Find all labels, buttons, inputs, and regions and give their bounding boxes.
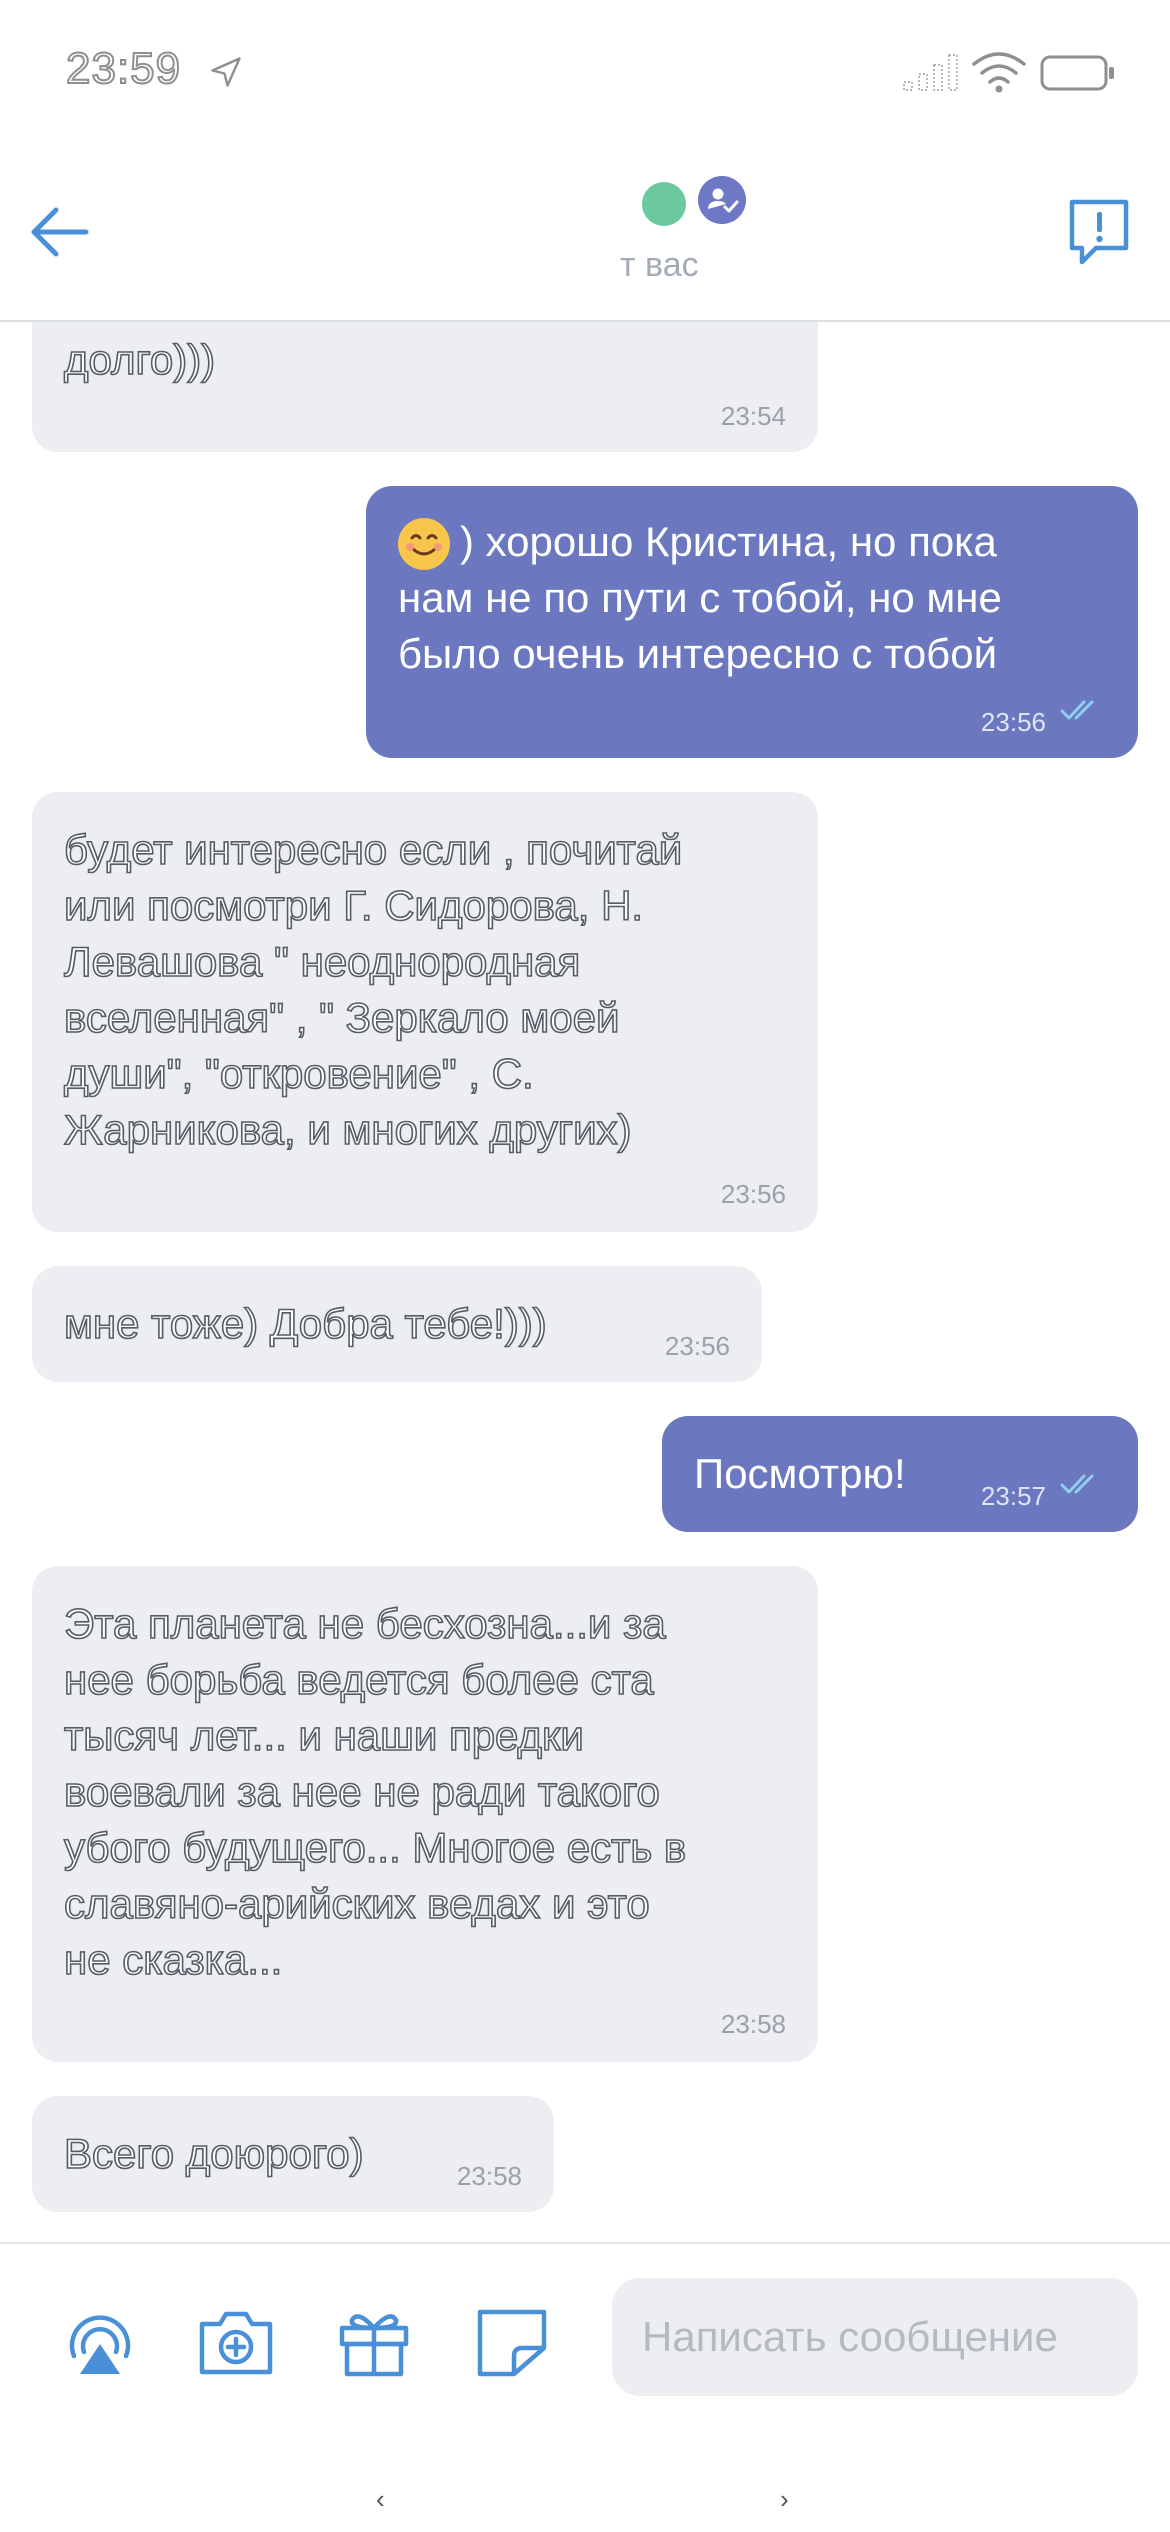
incoming-message[interactable]: будет интересно если , почитай или посмо… (32, 792, 818, 1232)
message-time: 23:56 (664, 1331, 730, 1361)
signal-icon (903, 54, 958, 91)
message-time: 23:57 (980, 1481, 1046, 1511)
incoming-message[interactable]: мне тоже) Добра тебе!))) 23:56 (32, 1266, 762, 1382)
gift-icon[interactable] (336, 2306, 412, 2378)
nav-forward-hint-icon[interactable]: › (780, 2484, 789, 2515)
message-input[interactable] (612, 2278, 1138, 2396)
status-time: 23:59 (65, 43, 182, 94)
camera-plus-icon[interactable] (198, 2306, 274, 2378)
battery-icon (1040, 55, 1114, 91)
online-status-icon (642, 182, 686, 226)
message-time: 23:56 (720, 1179, 786, 1209)
nav-back-hint-icon[interactable]: ‹ (376, 2484, 385, 2515)
message-text: ) хорошо Кристина, но пока нам не по пут… (398, 518, 1002, 677)
chat-header: т вас (0, 150, 1170, 322)
chat-screen: 23:59 т вас долго))) 23:54) хорошо Крис… (0, 0, 1170, 2532)
outgoing-message[interactable]: ) хорошо Кристина, но пока нам не по пут… (366, 486, 1138, 758)
incoming-message[interactable]: долго))) 23:54 (32, 322, 818, 452)
message-time: 23:56 (980, 707, 1046, 737)
status-bar: 23:59 (0, 0, 1170, 150)
incoming-message[interactable]: Всего доюрого) 23:58 (32, 2096, 554, 2212)
incoming-message[interactable]: Эта планета не бесхозна...и за нее борьб… (32, 1566, 818, 2062)
message-text: мне тоже) Добра тебе!))) (63, 1299, 547, 1348)
message-list[interactable]: долго))) 23:54 ) хорошо Кристина, но пок… (0, 322, 1170, 2242)
outgoing-message[interactable]: Посмотрю! 23:57 (662, 1416, 1138, 1532)
location-arrow-icon (211, 57, 241, 87)
read-receipt-icon (1060, 1474, 1094, 1494)
message-text: Всего доюрого) (63, 2129, 364, 2178)
message-text: будет интересно если , почитай или посмо… (63, 825, 683, 1154)
header-subtitle: т вас (620, 246, 699, 284)
message-text: Посмотрю! (694, 1450, 906, 1497)
composer-bar: ‹ › (0, 2242, 1170, 2532)
message-text: Эта планета не бесхозна...и за нее борьб… (63, 1599, 687, 1984)
sticker-icon[interactable] (474, 2306, 550, 2378)
message-time: 23:58 (456, 2161, 522, 2191)
verified-user-icon (698, 176, 746, 224)
report-icon[interactable] (1066, 196, 1132, 268)
message-text: долго))) (63, 335, 216, 384)
wifi-icon (972, 52, 1026, 93)
back-arrow-icon[interactable] (24, 196, 96, 268)
read-receipt-icon (1060, 700, 1094, 720)
message-time: 23:58 (720, 2009, 786, 2039)
message-time: 23:54 (720, 401, 786, 431)
podcast-icon[interactable] (62, 2306, 138, 2378)
